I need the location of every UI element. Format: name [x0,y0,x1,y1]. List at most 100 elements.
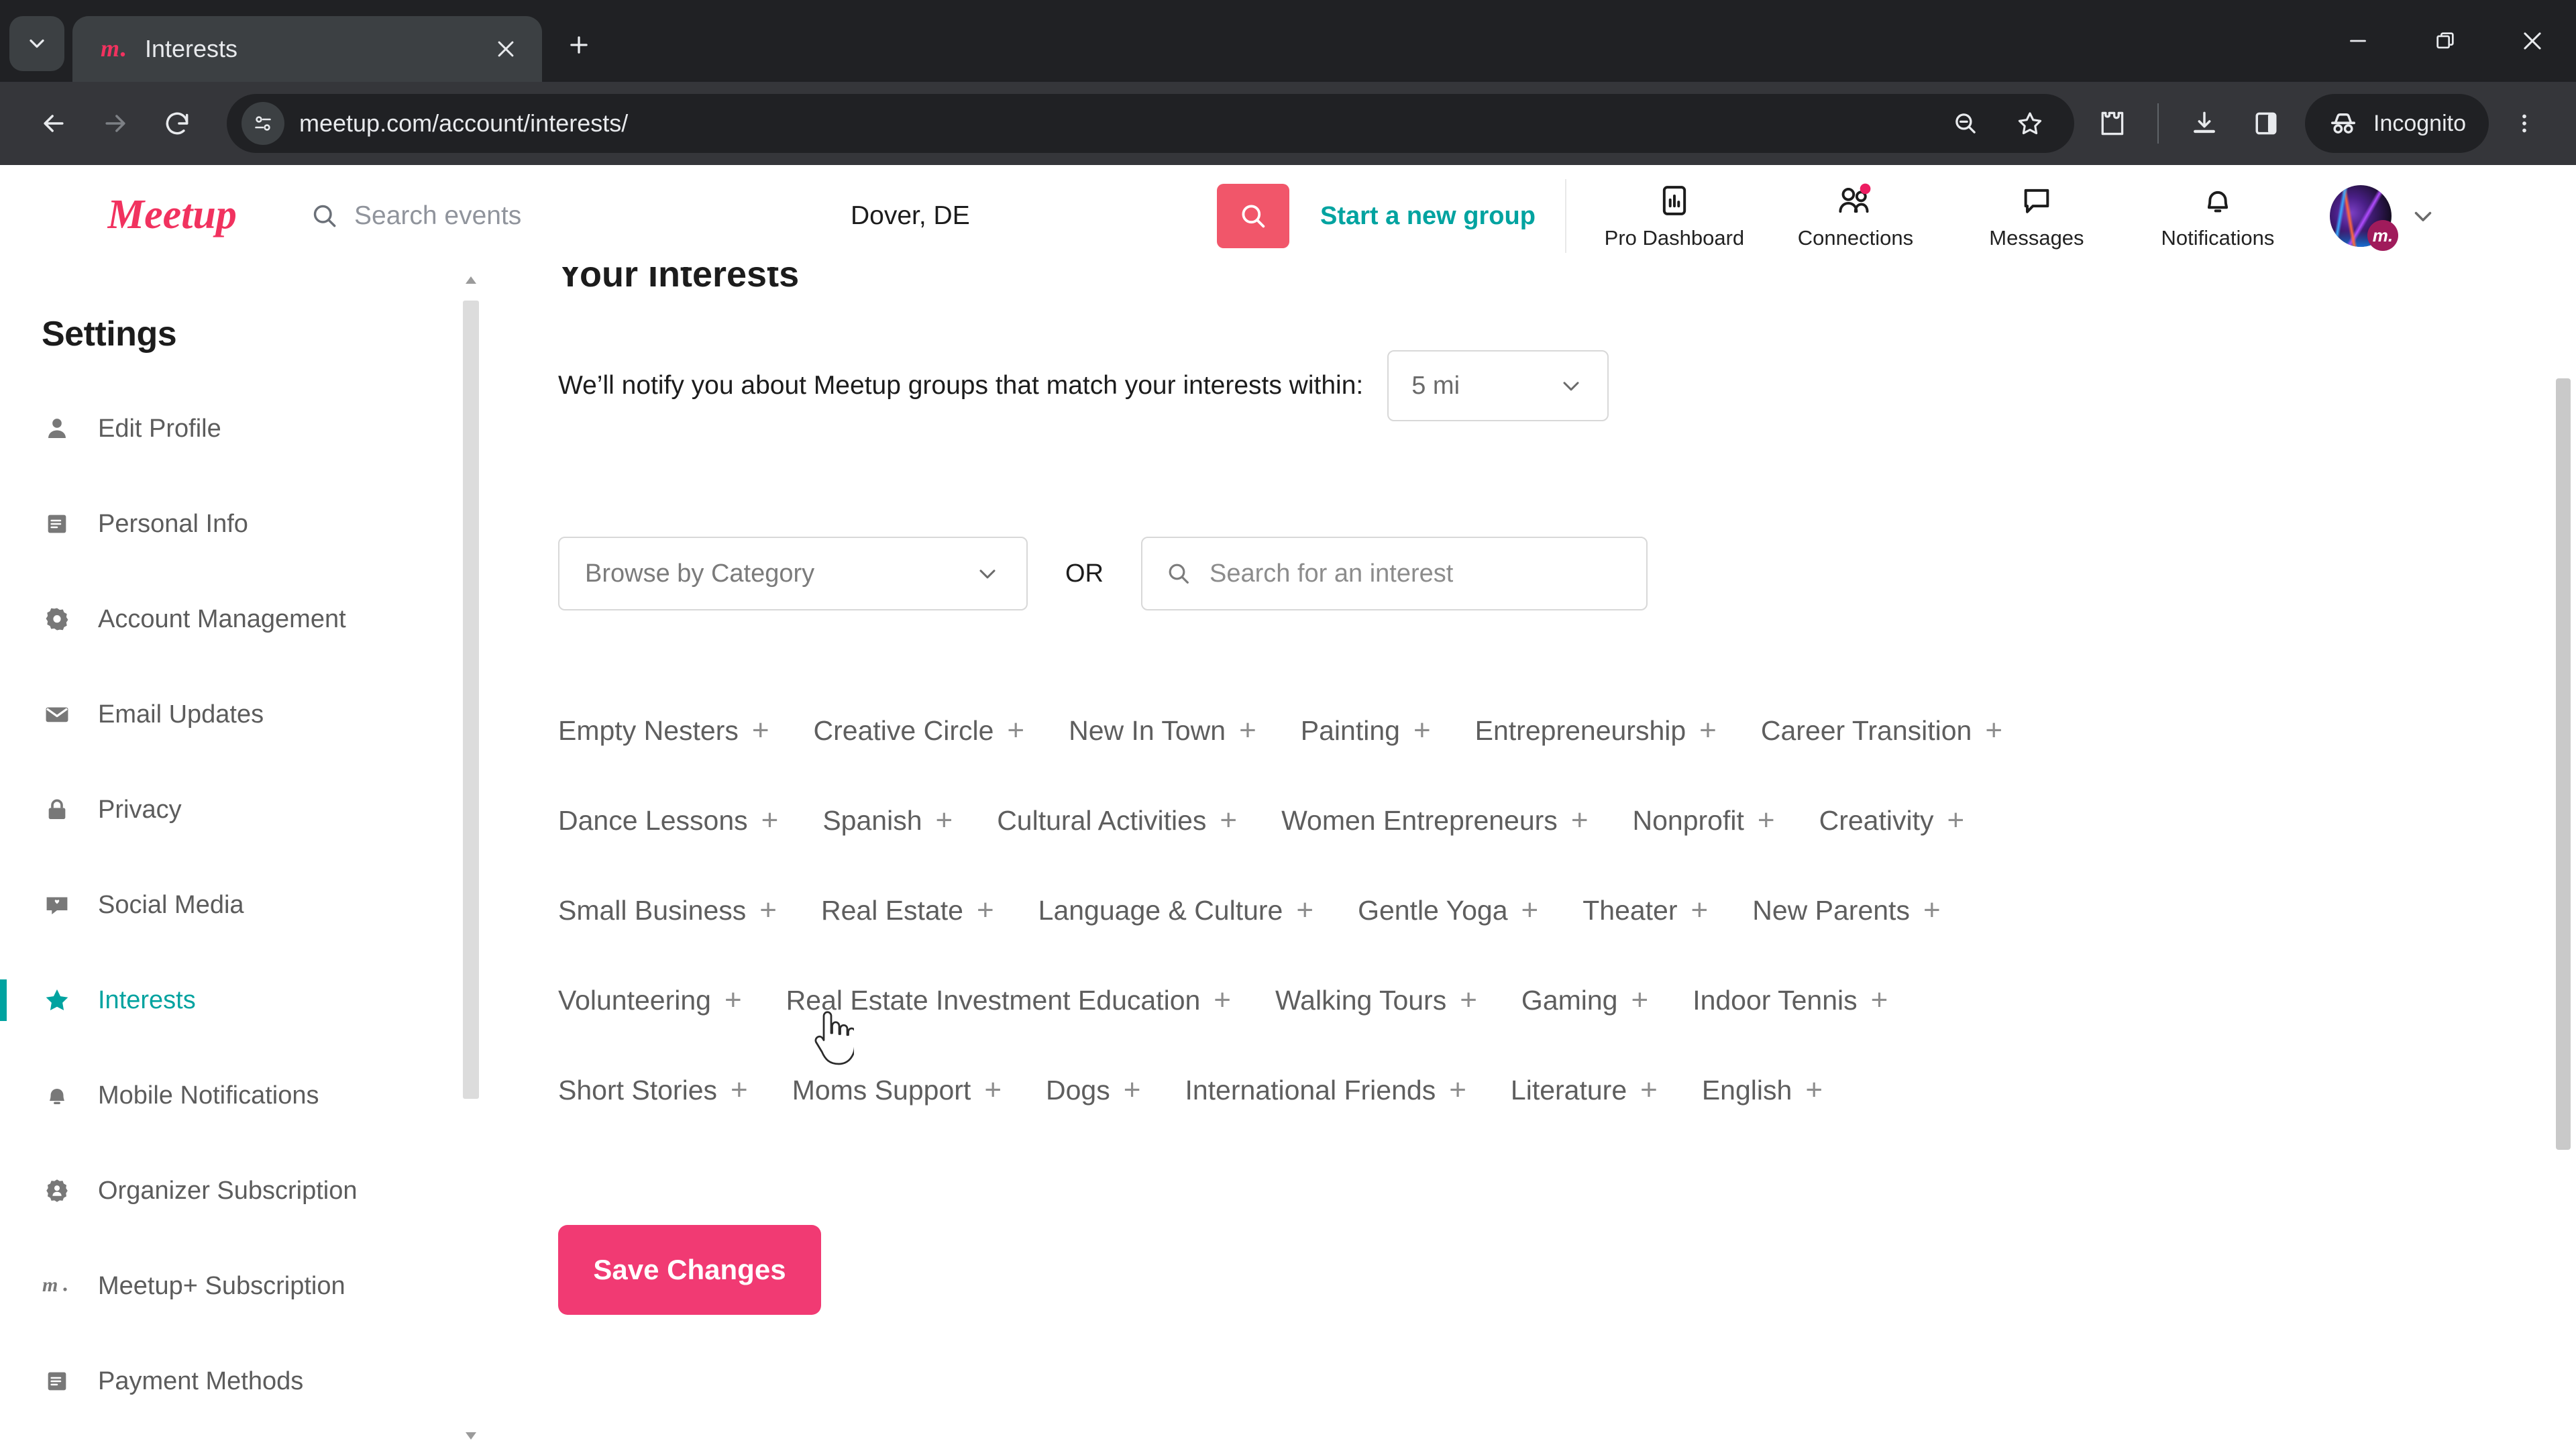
interest-tag[interactable]: Volunteering + [558,985,742,1016]
window-maximize-button[interactable] [2402,0,2489,82]
location-input[interactable]: Dover, DE [837,201,1199,231]
window-close-button[interactable] [2489,0,2576,82]
interest-tag[interactable]: Spanish + [822,805,953,837]
extensions-button[interactable] [2081,93,2143,154]
sidebar-item-meetup-plus-subscription[interactable]: m Meetup+ Subscription [0,1238,483,1334]
interest-tag[interactable]: Gaming + [1521,985,1648,1016]
sidebar-scroll-thumb[interactable] [463,301,479,1099]
interest-tag[interactable]: Small Business + [558,895,777,926]
add-interest-plus-icon[interactable]: + [1699,715,1717,745]
interest-tag[interactable]: Real Estate Investment Education + [786,985,1231,1016]
meetup-logo[interactable]: Meetup [107,189,268,243]
sidebar-scrollbar[interactable] [459,267,483,1449]
interest-tag[interactable]: Literature + [1511,1075,1658,1106]
interest-tag[interactable]: Empty Nesters + [558,715,769,747]
tab-close-icon[interactable] [487,30,525,68]
interest-tag[interactable]: Short Stories + [558,1075,748,1106]
add-interest-plus-icon[interactable]: + [724,985,742,1015]
browse-by-category-select[interactable]: Browse by Category [558,537,1028,610]
add-interest-plus-icon[interactable]: + [1449,1075,1466,1105]
add-interest-plus-icon[interactable]: + [752,715,769,745]
scroll-down-arrow-icon[interactable] [462,1422,480,1449]
add-interest-plus-icon[interactable]: + [936,805,953,835]
add-interest-plus-icon[interactable]: + [761,805,779,835]
interest-tag[interactable]: Real Estate + [821,895,994,926]
interest-tag[interactable]: Indoor Tennis + [1693,985,1888,1016]
sidebar-scroll-track[interactable] [459,294,483,1422]
add-interest-plus-icon[interactable]: + [1296,895,1313,925]
add-interest-plus-icon[interactable]: + [977,895,994,925]
profile-menu[interactable]: m. [2329,185,2437,251]
page-settings-icon[interactable] [241,102,284,145]
interest-tag[interactable]: English + [1702,1075,1823,1106]
chevron-down-icon[interactable] [2409,202,2437,230]
interest-tag[interactable]: Moms Support + [792,1075,1002,1106]
interest-tag[interactable]: New In Town + [1069,715,1256,747]
scroll-up-arrow-icon[interactable] [462,267,480,294]
add-interest-plus-icon[interactable]: + [731,1075,748,1105]
interest-tag[interactable]: Cultural Activities + [997,805,1237,837]
add-interest-plus-icon[interactable]: + [1923,895,1941,925]
interest-tag[interactable]: Walking Tours + [1275,985,1477,1016]
sidebar-item-account-management[interactable]: Account Management [0,572,483,667]
add-interest-plus-icon[interactable]: + [1460,985,1477,1015]
add-interest-plus-icon[interactable]: + [759,895,777,925]
search-events-input[interactable]: Search events [310,201,820,231]
add-interest-plus-icon[interactable]: + [1571,805,1589,835]
add-interest-plus-icon[interactable]: + [1521,895,1539,925]
nav-item-pro-dashboard[interactable]: Pro Dashboard [1584,182,1765,250]
browser-tab[interactable]: m Interests [72,16,542,82]
interest-tag[interactable]: Gentle Yoga + [1358,895,1538,926]
interest-tag[interactable]: Creativity + [1819,805,1965,837]
add-interest-plus-icon[interactable]: + [1124,1075,1141,1105]
avatar[interactable]: m. [2329,185,2398,251]
add-interest-plus-icon[interactable]: + [1758,805,1775,835]
add-interest-plus-icon[interactable]: + [1985,715,2002,745]
add-interest-plus-icon[interactable]: + [1805,1075,1823,1105]
add-interest-plus-icon[interactable]: + [1640,1075,1658,1105]
sidebar-item-social-media[interactable]: Social Media [0,857,483,953]
interest-tag[interactable]: Entrepreneurship + [1475,715,1717,747]
downloads-button[interactable] [2174,93,2235,154]
add-interest-plus-icon[interactable]: + [1239,715,1256,745]
sidebar-item-edit-profile[interactable]: Edit Profile [0,381,483,476]
address-bar[interactable]: meetup.com/account/interests/ [227,94,2074,153]
interest-tag[interactable]: New Parents + [1752,895,1940,926]
interest-tag[interactable]: Painting + [1301,715,1431,747]
search-submit-button[interactable] [1217,184,1289,248]
nav-item-messages[interactable]: Messages [1946,182,2127,250]
nav-item-notifications[interactable]: Notifications [2127,182,2308,250]
interest-tag[interactable]: Dogs + [1046,1075,1140,1106]
sidebar-item-personal-info[interactable]: Personal Info [0,476,483,572]
add-interest-plus-icon[interactable]: + [1631,985,1648,1015]
add-interest-plus-icon[interactable]: + [1007,715,1024,745]
distance-select[interactable]: 5 mi [1387,350,1609,421]
incognito-indicator[interactable]: Incognito [2305,94,2489,153]
start-a-new-group-link[interactable]: Start a new group [1320,202,1536,231]
sidebar-item-payment-methods[interactable]: Payment Methods [0,1334,483,1429]
side-panel-button[interactable] [2235,93,2297,154]
interest-tag[interactable]: Language & Culture + [1038,895,1313,926]
sidebar-item-email-updates[interactable]: Email Updates [0,667,483,762]
sidebar-item-mobile-notifications[interactable]: Mobile Notifications [0,1048,483,1143]
add-interest-plus-icon[interactable]: + [1214,985,1231,1015]
nav-item-connections[interactable]: Connections [1765,182,1946,250]
add-interest-plus-icon[interactable]: + [1871,985,1888,1015]
add-interest-plus-icon[interactable]: + [984,1075,1002,1105]
zoom-out-icon[interactable] [1936,94,1995,153]
page-scroll-thumb[interactable] [2556,378,2571,1150]
forward-button[interactable] [85,93,146,154]
save-changes-button[interactable]: Save Changes [558,1225,821,1315]
add-interest-plus-icon[interactable]: + [1220,805,1237,835]
back-button[interactable] [23,93,85,154]
interest-tag[interactable]: Dance Lessons + [558,805,778,837]
interest-search-input[interactable]: Search for an interest [1141,537,1648,610]
sidebar-item-interests[interactable]: Interests [0,953,483,1048]
bookmark-star-icon[interactable] [2000,94,2059,153]
interest-tag[interactable]: Women Entrepreneurs + [1281,805,1588,837]
add-interest-plus-icon[interactable]: + [1691,895,1709,925]
page-scrollbar[interactable] [2551,267,2576,1449]
interest-tag[interactable]: Nonprofit + [1633,805,1775,837]
tab-search-button[interactable] [9,16,64,71]
interest-tag[interactable]: Creative Circle + [814,715,1025,747]
